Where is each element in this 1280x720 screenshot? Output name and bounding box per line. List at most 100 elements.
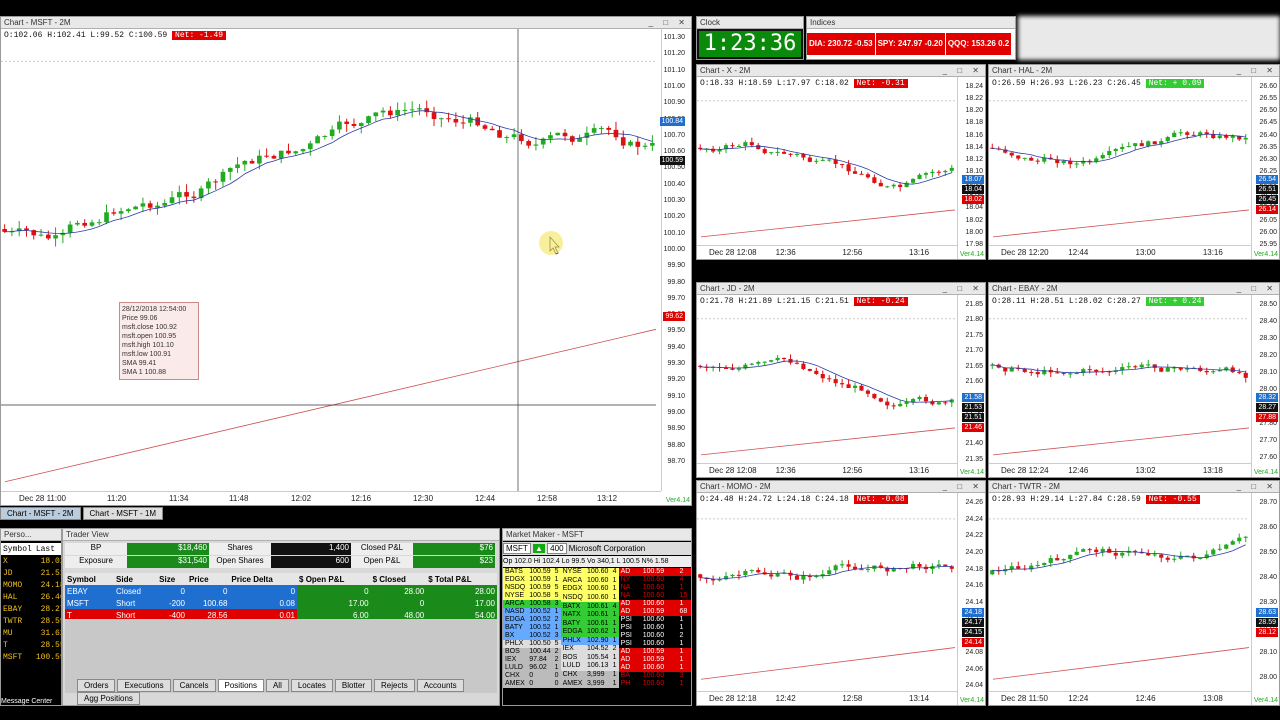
- mm-row[interactable]: BOS 100.44 2: [503, 648, 561, 656]
- mm-row[interactable]: AD 100.59 2: [618, 568, 691, 576]
- trader-tab-orders[interactable]: Orders: [77, 679, 116, 692]
- mm-row[interactable]: EDGX 100.60 1: [560, 585, 619, 594]
- watchlist-title[interactable]: Perso...: [1, 529, 61, 541]
- positions-col-header[interactable]: Price Delta: [229, 573, 297, 585]
- tab-msft-2m[interactable]: Chart - MSFT - 2M: [0, 507, 81, 520]
- mm-row[interactable]: AD 100.59 68: [618, 608, 691, 616]
- mm-row[interactable]: CHX 0 0: [503, 672, 561, 680]
- mm-row[interactable]: BOS 105.54 1: [560, 653, 619, 663]
- small-chart-title[interactable]: Chart - EBAY - 2M: [989, 283, 1279, 295]
- mm-row[interactable]: BATY 100.52 1: [503, 624, 561, 632]
- small-price-plot[interactable]: [697, 307, 957, 475]
- small-price-plot[interactable]: [989, 505, 1251, 703]
- mm-row[interactable]: BA 100.60 3: [618, 672, 691, 680]
- small-price-plot[interactable]: [697, 505, 957, 703]
- mm-row[interactable]: NSDQ 100.60 1: [560, 593, 619, 603]
- small-price-plot[interactable]: [697, 89, 957, 257]
- positions-col-header[interactable]: $ Open P&L: [297, 573, 371, 585]
- mm-row[interactable]: AD 100.59 1: [618, 648, 691, 656]
- mm-lot-input[interactable]: 400: [547, 543, 567, 554]
- watchlist-row[interactable]: MU 31.62: [1, 627, 61, 639]
- window-controls[interactable]: _ □ ✕: [1237, 65, 1277, 77]
- watchlist-row[interactable]: TWTR 28.59: [1, 615, 61, 627]
- trader-tab-executions[interactable]: Executions: [117, 679, 171, 692]
- window-controls[interactable]: _ □ ✕: [943, 481, 983, 493]
- message-center-label[interactable]: Message Center: [1, 698, 52, 705]
- positions-col-header[interactable]: $ Closed: [371, 573, 427, 585]
- trader-tab-positions[interactable]: Positions: [217, 679, 264, 692]
- watchlist-row[interactable]: HAL 26.46: [1, 591, 61, 603]
- col-last[interactable]: Last: [34, 543, 61, 555]
- mm-row[interactable]: EDGA 100.62 1: [560, 627, 619, 637]
- watchlist-row[interactable]: JD 21.51: [1, 567, 61, 579]
- mm-row[interactable]: PSI 100.60 1: [618, 616, 691, 624]
- main-price-plot[interactable]: [1, 29, 661, 491]
- mm-row[interactable]: LULD 106.13 1: [560, 662, 619, 671]
- mm-row[interactable]: PH 100.60 1: [618, 680, 691, 688]
- mm-row[interactable]: NA 100.60 15: [618, 592, 691, 600]
- window-controls[interactable]: _ □ ✕: [1237, 283, 1277, 295]
- positions-col-header[interactable]: $ Total P&L: [426, 573, 497, 585]
- trader-tab-blotter[interactable]: Blotter: [334, 679, 373, 692]
- mm-row[interactable]: BATS 100.59 5: [503, 568, 561, 576]
- mm-row[interactable]: AD 100.59 1: [618, 656, 691, 664]
- indices-title[interactable]: Indices: [807, 17, 1015, 29]
- mm-row[interactable]: BATX 100.61 4: [560, 602, 619, 611]
- small-chart-title[interactable]: Chart - HAL - 2M: [989, 65, 1279, 77]
- col-symbol[interactable]: Symbol: [1, 543, 34, 555]
- watchlist-row[interactable]: MOMO 24.18: [1, 579, 61, 591]
- mm-row[interactable]: IEX 97.84 2: [503, 656, 561, 664]
- mm-row[interactable]: NYSE 100.58 5: [503, 592, 561, 600]
- positions-col-header[interactable]: Price: [187, 573, 229, 585]
- mm-symbol-input[interactable]: MSFT: [503, 543, 531, 554]
- trader-tab-locates[interactable]: Locates: [290, 679, 333, 692]
- watchlist-row[interactable]: T 28.55: [1, 639, 61, 651]
- mm-row[interactable]: NASD 100.52 1: [503, 608, 561, 616]
- mm-row[interactable]: PSI 100.60 2: [618, 632, 691, 640]
- mm-row[interactable]: LULD 96.02 1: [503, 664, 561, 672]
- mm-row[interactable]: PSI 100.60 1: [618, 640, 691, 648]
- mm-row[interactable]: IEX 104.52 2: [560, 645, 619, 654]
- positions-col-header[interactable]: Symbol: [65, 573, 114, 585]
- main-chart-title[interactable]: Chart - MSFT - 2M: [1, 17, 691, 29]
- mm-row[interactable]: NY 100.60 4: [618, 576, 691, 584]
- mm-row[interactable]: PHLX 100.50 5: [503, 640, 561, 648]
- trader-tab-cancels[interactable]: Cancels: [172, 679, 216, 692]
- trader-view-title[interactable]: Trader View: [63, 529, 499, 541]
- trader-tab-all[interactable]: All: [265, 679, 289, 692]
- mm-row[interactable]: EDGA 100.52 2: [503, 616, 561, 624]
- window-controls[interactable]: _ □ ✕: [1237, 481, 1277, 493]
- mm-row[interactable]: NATX 100.61 1: [560, 610, 619, 620]
- mm-row[interactable]: ARCA 100.58 3: [503, 600, 561, 608]
- window-controls[interactable]: _ □ ✕: [943, 65, 983, 77]
- small-chart-title[interactable]: Chart - TWTR - 2M: [989, 481, 1279, 493]
- mm-row[interactable]: EDGX 100.59 1: [503, 576, 561, 584]
- position-row[interactable]: EBAY Closed 0 0 0 0 28.00 28.00: [65, 585, 497, 597]
- trader-tab-rejects[interactable]: Rejects: [374, 679, 415, 692]
- tab-msft-1m[interactable]: Chart - MSFT - 1M: [82, 507, 164, 520]
- mm-row[interactable]: BX 100.52 3: [503, 632, 561, 640]
- mm-row[interactable]: PSI 100.60 1: [618, 624, 691, 632]
- position-row[interactable]: MSFT Short -200 100.68 0.08 17.00 0 17.00: [65, 597, 497, 609]
- trader-tab-agg-positions[interactable]: Agg Positions: [77, 692, 140, 705]
- mm-row[interactable]: NSDQ 100.59 5: [503, 584, 561, 592]
- window-controls[interactable]: _ □ ✕: [943, 283, 983, 295]
- watchlist-row[interactable]: EBAY 28.27: [1, 603, 61, 615]
- positions-col-header[interactable]: Size: [157, 573, 187, 585]
- market-maker-title[interactable]: Market Maker - MSFT: [503, 529, 691, 541]
- small-price-plot[interactable]: [989, 89, 1251, 257]
- positions-col-header[interactable]: Side: [114, 573, 157, 585]
- mm-row[interactable]: PHLX 102.90 1: [560, 636, 619, 646]
- mm-row[interactable]: BATY 100.61 1: [560, 619, 619, 628]
- mm-row[interactable]: NYSE 100.60 4: [560, 568, 619, 577]
- mm-row[interactable]: NA 100.60 1: [618, 584, 691, 592]
- mm-row[interactable]: CHX 3,999 1: [560, 670, 619, 680]
- watchlist-row[interactable]: MSFT 100.59: [1, 651, 61, 663]
- trader-tab-accounts[interactable]: Accounts: [416, 679, 464, 692]
- clock-title[interactable]: Clock: [697, 17, 803, 29]
- mm-row[interactable]: ARCA 100.60 1: [560, 576, 619, 586]
- mm-row[interactable]: AD 100.60 1: [618, 600, 691, 608]
- mm-row[interactable]: AD 100.60 1: [618, 664, 691, 672]
- window-controls[interactable]: _ □ ✕: [649, 17, 689, 29]
- mm-row[interactable]: AMEX 3,999 1: [560, 679, 619, 688]
